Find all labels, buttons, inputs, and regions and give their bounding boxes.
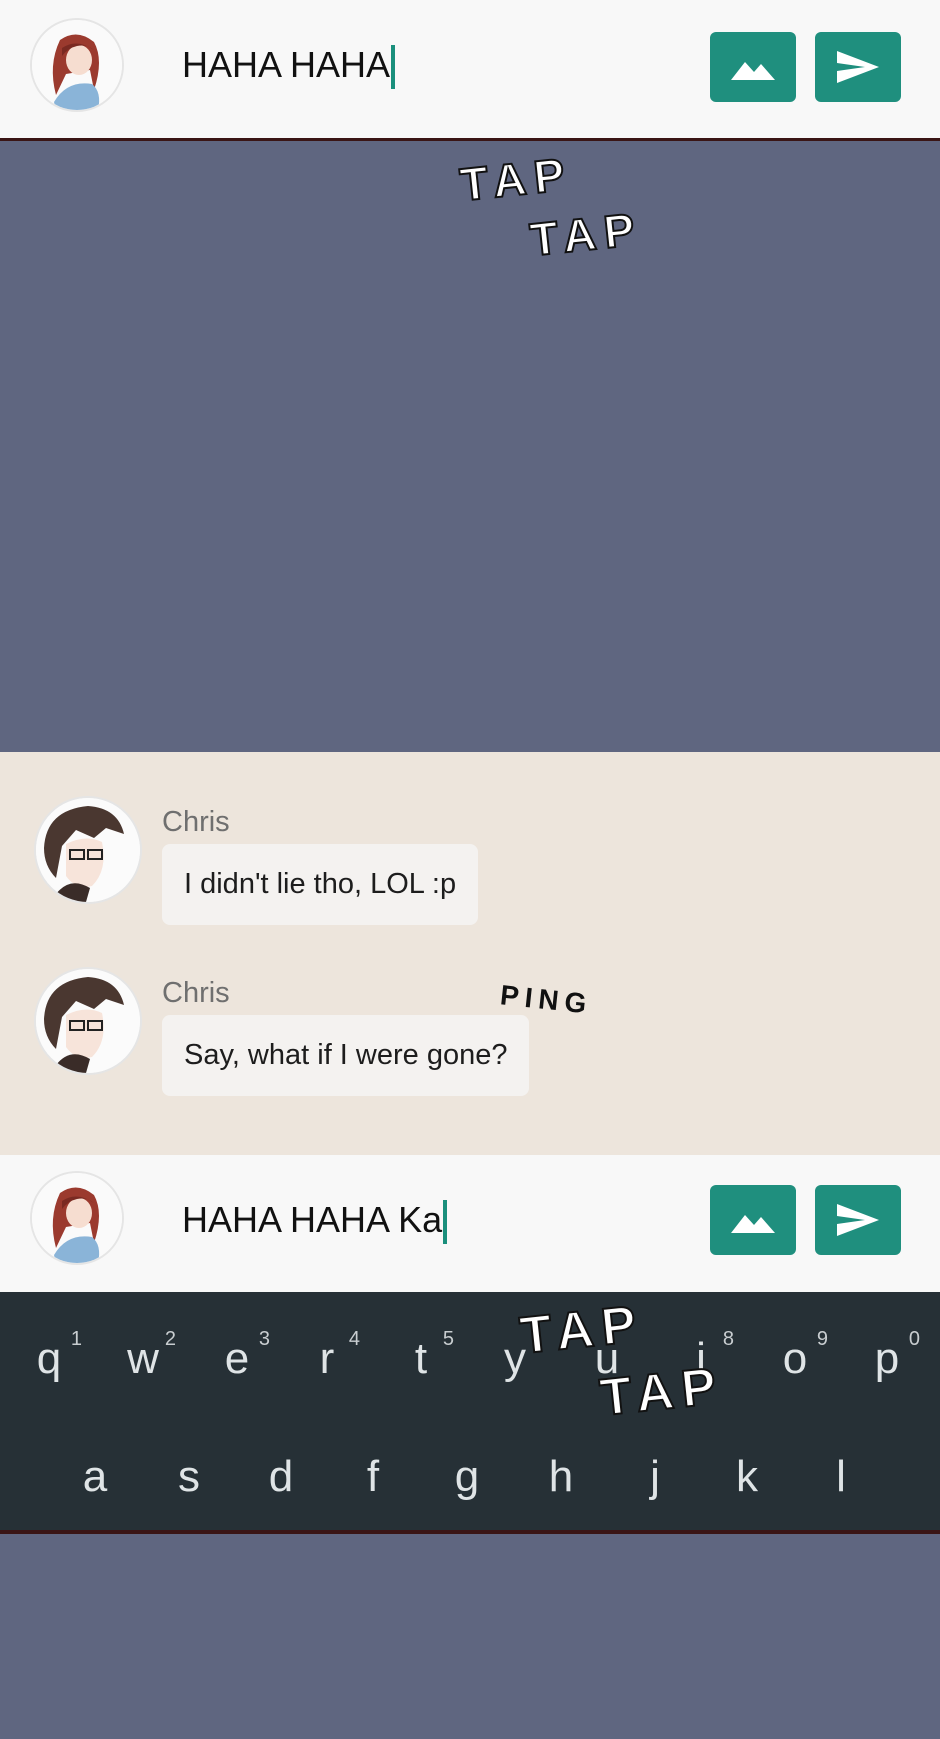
key-d[interactable]: d bbox=[234, 1452, 328, 1502]
message-bubble[interactable]: I didn't lie tho, LOL :p bbox=[162, 844, 479, 925]
key-k[interactable]: k bbox=[700, 1452, 794, 1502]
message-input-text: HAHA HAHA bbox=[182, 44, 391, 85]
message-bubble[interactable]: Say, what if I were gone? bbox=[162, 1015, 530, 1096]
send-button[interactable] bbox=[815, 1185, 901, 1255]
bottom-message-composer: HAHA HAHA Ka bbox=[0, 1155, 940, 1292]
key-t[interactable]: t5 bbox=[374, 1328, 468, 1384]
text-cursor bbox=[443, 1200, 448, 1245]
key-w[interactable]: w2 bbox=[96, 1328, 190, 1384]
key-a[interactable]: a bbox=[48, 1452, 142, 1502]
key-f[interactable]: f bbox=[326, 1452, 420, 1502]
send-icon bbox=[837, 1204, 879, 1236]
key-g[interactable]: g bbox=[420, 1452, 514, 1502]
key-r[interactable]: r4 bbox=[280, 1328, 374, 1384]
key-l[interactable]: l bbox=[794, 1452, 888, 1502]
key-e[interactable]: e3 bbox=[190, 1328, 284, 1384]
attach-image-button[interactable] bbox=[710, 1185, 796, 1255]
message-input[interactable]: HAHA HAHA Ka bbox=[182, 1199, 448, 1245]
text-cursor bbox=[391, 45, 396, 90]
key-o[interactable]: o9 bbox=[748, 1328, 842, 1384]
key-h[interactable]: h bbox=[514, 1452, 608, 1502]
on-screen-keyboard: q1 w2 e3 r4 t5 y u i8 o9 p0 a s d f g h … bbox=[0, 1292, 940, 1534]
message-input[interactable]: HAHA HAHA bbox=[182, 44, 396, 90]
attach-image-button[interactable] bbox=[710, 32, 796, 102]
image-icon bbox=[731, 62, 775, 80]
key-j[interactable]: j bbox=[608, 1452, 702, 1502]
sfx-tap-2: TAP bbox=[527, 201, 646, 266]
send-button[interactable] bbox=[815, 32, 901, 102]
chris-avatar bbox=[34, 796, 142, 904]
chris-avatar bbox=[34, 967, 142, 1075]
user-avatar bbox=[30, 18, 124, 112]
user-avatar bbox=[30, 1171, 124, 1265]
sfx-tap-1: TAP bbox=[457, 146, 576, 211]
image-icon bbox=[731, 1215, 775, 1233]
top-message-composer: HAHA HAHA bbox=[0, 0, 940, 141]
message-sender: Chris bbox=[162, 806, 230, 838]
key-p[interactable]: p0 bbox=[840, 1328, 934, 1384]
key-q[interactable]: q1 bbox=[2, 1328, 96, 1384]
chat-panel: Chris I didn't lie tho, LOL :p Chris Say… bbox=[0, 752, 940, 1155]
message-sender: Chris bbox=[162, 977, 230, 1009]
message-input-text: HAHA HAHA Ka bbox=[182, 1199, 443, 1240]
key-s[interactable]: s bbox=[142, 1452, 236, 1502]
send-icon bbox=[837, 51, 879, 83]
